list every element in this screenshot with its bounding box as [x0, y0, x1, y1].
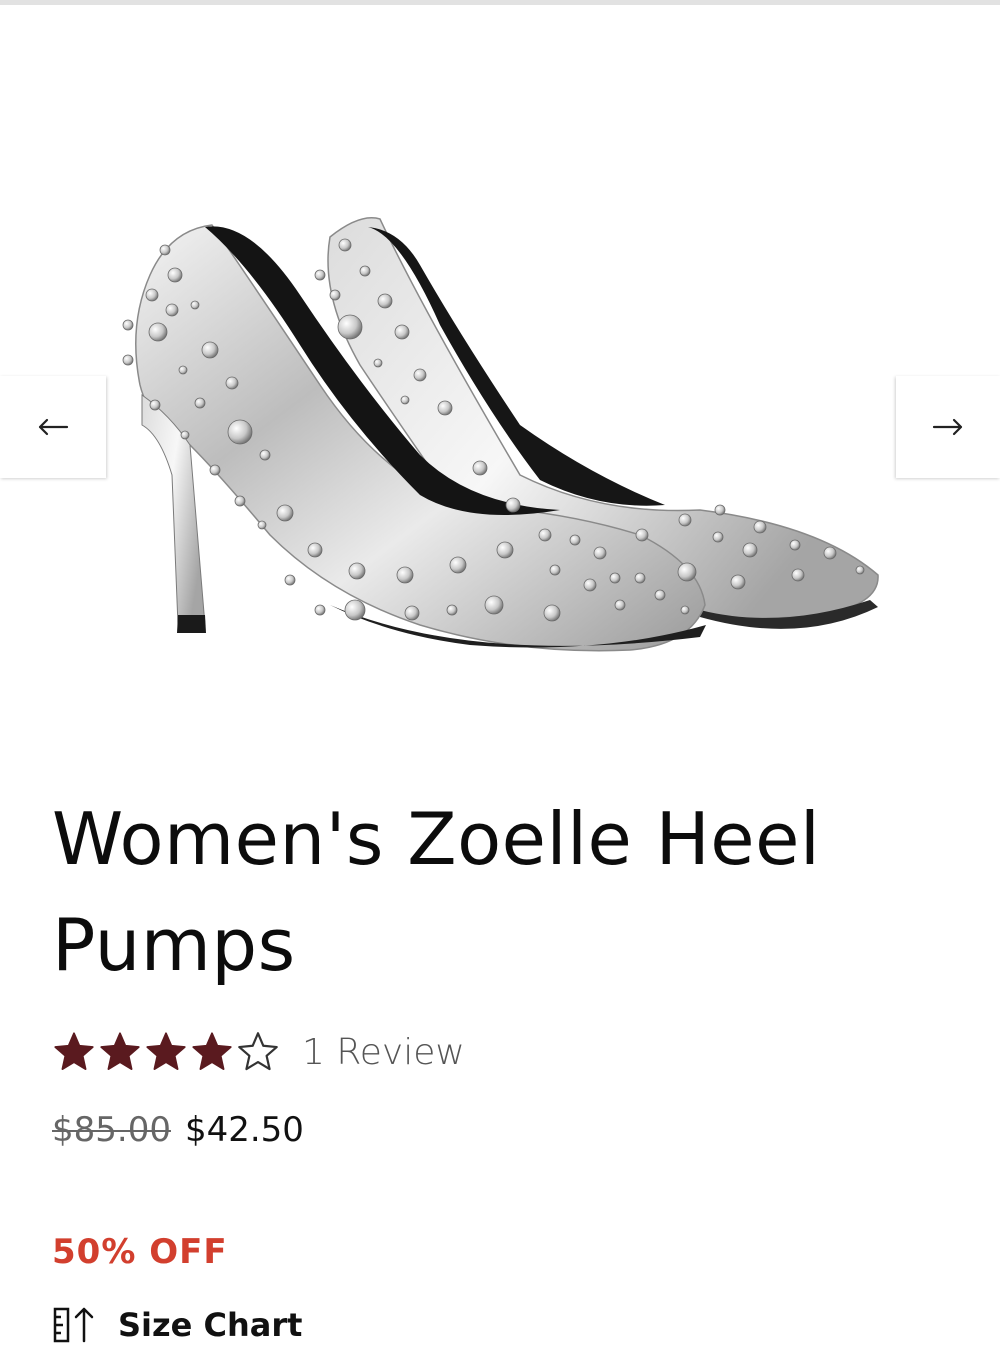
star-filled-icon: [192, 1032, 232, 1070]
sale-price: $42.50: [184, 1110, 304, 1150]
arrow-left-icon: [38, 418, 69, 436]
arrow-right-icon: [932, 418, 963, 436]
product-image: [122, 217, 879, 652]
star-filled-icon: [54, 1032, 94, 1070]
price-block: $85.00 $42.50: [52, 1110, 304, 1150]
rating-stars: [52, 1030, 280, 1074]
star-filled-icon: [146, 1032, 186, 1070]
previous-image-button[interactable]: [0, 376, 106, 478]
product-image-gallery[interactable]: [0, 5, 1000, 765]
star-filled-icon: [100, 1032, 140, 1070]
review-count-link[interactable]: 1 Review: [302, 1032, 465, 1073]
size-chart-link[interactable]: Size Chart: [52, 1305, 302, 1345]
discount-label: 50% OFF: [52, 1232, 228, 1272]
product-title: Women's Zoelle Heel Pumps: [52, 797, 821, 987]
product-rating[interactable]: 1 Review: [52, 1027, 465, 1077]
next-image-button[interactable]: [896, 376, 1000, 478]
original-price: $85.00: [52, 1110, 171, 1150]
star-empty-icon: [238, 1032, 278, 1071]
size-chart-icon: [53, 1307, 94, 1343]
size-chart-label: Size Chart: [118, 1306, 303, 1344]
